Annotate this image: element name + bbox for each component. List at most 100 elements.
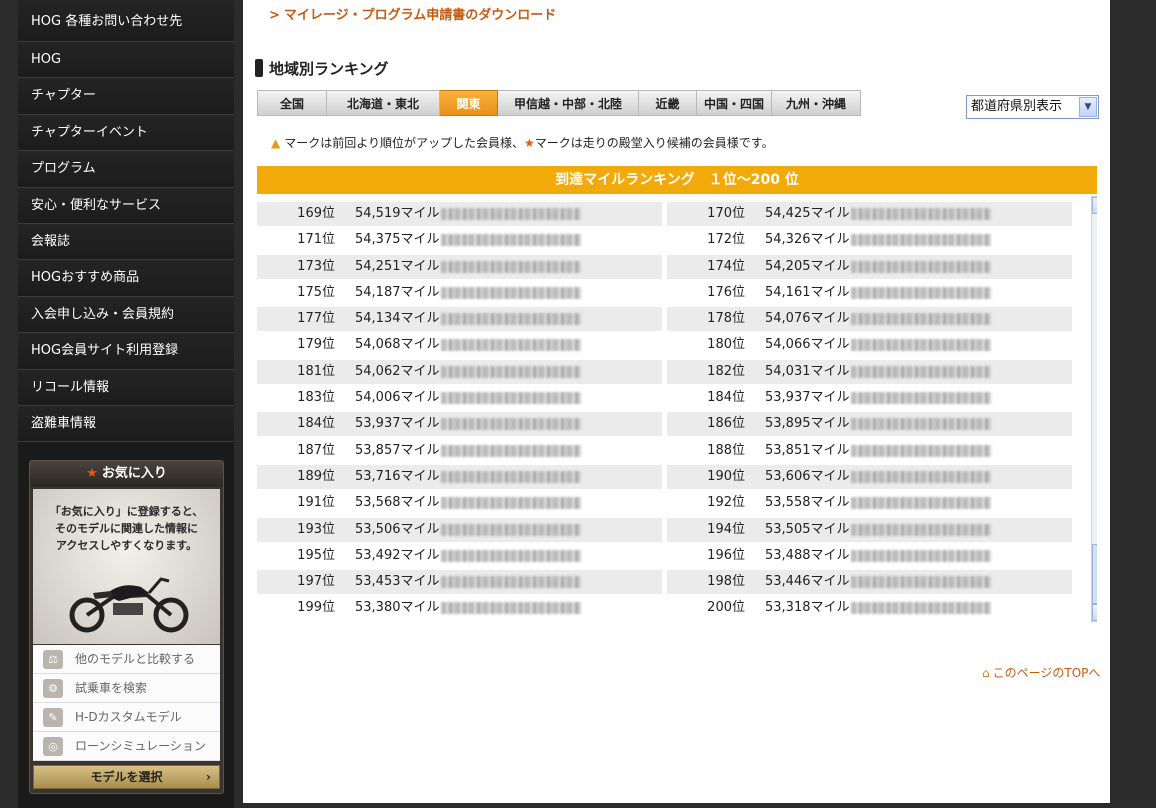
- page-top-link[interactable]: ⌂ このページのTOPへ: [982, 664, 1100, 681]
- motorcycle-icon: [69, 577, 189, 633]
- test-ride-search-link[interactable]: ⚙ 試乗車を検索: [33, 674, 220, 703]
- miles-value: 53,558マイル: [765, 495, 850, 511]
- ranking-cell: 193位 53,506マイル: [257, 517, 662, 542]
- tab-nationwide[interactable]: 全国: [257, 90, 327, 116]
- tab-koshinetsu-chubu-hokuriku[interactable]: 甲信越・中部・北陸: [498, 90, 639, 116]
- table-row: 169位 54,519マイル 170位 54,425マイル: [257, 202, 1079, 228]
- sidebar-item-services[interactable]: 安心・便利なサービス: [18, 187, 234, 224]
- scrollbar[interactable]: ▲ ≡ ▼: [1091, 196, 1097, 622]
- legend-note: ▲ マークは前回より順位がアップした会員様、★マークは走りの殿堂入り候補の会員様で…: [271, 134, 774, 151]
- member-name-blurred: [441, 444, 581, 457]
- member-name-blurred: [441, 260, 581, 273]
- prefecture-select-value: 都道府県別表示: [971, 99, 1063, 114]
- table-row: 179位 54,068マイル 180位 54,066マイル: [257, 333, 1079, 359]
- sidebar-item-magazine[interactable]: 会報誌: [18, 223, 234, 261]
- rank-value: 177位: [297, 311, 335, 327]
- prefecture-select[interactable]: 都道府県別表示 ▼: [966, 95, 1099, 119]
- miles-value: 54,375マイル: [355, 232, 440, 248]
- download-application-link[interactable]: > マイレージ・プログラム申請書のダウンロード: [269, 4, 556, 23]
- table-row: 189位 53,716マイル 190位 53,606マイル: [257, 464, 1079, 491]
- table-row: 187位 53,857マイル 188位 53,851マイル: [257, 438, 1079, 465]
- link-label: ローンシミュレーション: [75, 739, 206, 753]
- ranking-list[interactable]: 169位 54,519マイル 170位 54,425マイル 171位 54,375マイル 1…: [257, 194, 1097, 624]
- tab-kanto[interactable]: 関東: [440, 90, 498, 116]
- member-name-blurred: [441, 234, 581, 247]
- link-label: 他のモデルと比較する: [75, 652, 196, 666]
- miles-value: 54,326マイル: [765, 232, 850, 248]
- member-name-blurred: [851, 339, 991, 352]
- tab-kyushu-okinawa[interactable]: 九州・沖縄: [772, 90, 861, 116]
- ranking-cell: 178位 54,076マイル: [667, 307, 1072, 332]
- miles-value: 54,519マイル: [355, 206, 440, 221]
- promo-line: アクセスしやすくなります。: [55, 539, 198, 552]
- tab-chugoku-shikoku[interactable]: 中国・四国: [697, 90, 772, 116]
- section-title-text: 地域別ランキング: [269, 60, 389, 78]
- table-row: 193位 53,506マイル 194位 53,505マイル: [257, 517, 1079, 544]
- member-name-blurred: [851, 392, 991, 405]
- miles-value: 53,506マイル: [355, 521, 440, 537]
- loan-simulation-link[interactable]: ◎ ローンシミュレーション: [33, 732, 220, 761]
- sidebar-item-program[interactable]: プログラム: [18, 151, 234, 188]
- miles-value: 54,062マイル: [355, 363, 440, 379]
- miles-value: 54,205マイル: [765, 258, 850, 274]
- table-row: 191位 53,568マイル 192位 53,558マイル: [257, 491, 1079, 517]
- scroll-up-button[interactable]: ▲: [1092, 197, 1097, 214]
- link-label: H-Dカスタムモデル: [75, 710, 182, 724]
- ranking-cell: 182位 54,031マイル: [667, 359, 1072, 384]
- ranking-cell: 197位 53,453マイル: [257, 570, 662, 595]
- member-name-blurred: [851, 576, 991, 589]
- miles-value: 53,606マイル: [765, 468, 850, 484]
- sidebar-item-site-registration[interactable]: HOG会員サイト利用登録: [18, 333, 234, 370]
- rank-value: 181位: [297, 363, 335, 379]
- favorites-promo: 「お気に入り」に登録すると、 そのモデルに関連した情報に アクセスしやすくなりま…: [33, 489, 220, 644]
- member-name-blurred: [851, 549, 991, 562]
- member-name-blurred: [851, 497, 991, 510]
- sidebar-item-chapter[interactable]: チャプター: [18, 78, 234, 115]
- table-row: 177位 54,134マイル 178位 54,076マイル: [257, 307, 1079, 333]
- link-label: 試乗車を検索: [75, 681, 148, 695]
- ranking-cell: 173位 54,251マイル: [257, 254, 662, 279]
- tab-kinki[interactable]: 近畿: [639, 90, 697, 116]
- sidebar-item-recommended[interactable]: HOGおすすめ商品: [18, 260, 234, 297]
- sidebar-item-recall[interactable]: リコール情報: [18, 369, 234, 406]
- custom-model-link[interactable]: ✎ H-Dカスタムモデル: [33, 703, 220, 732]
- rank-value: 170位: [707, 206, 745, 221]
- scroll-down-button[interactable]: ▼: [1092, 604, 1097, 621]
- member-name-blurred: [441, 470, 581, 483]
- rank-value: 187位: [297, 442, 335, 458]
- star-icon: ★: [524, 136, 535, 150]
- select-model-button[interactable]: モデルを選択 ›: [33, 765, 220, 789]
- sidebar-item-membership[interactable]: 入会申し込み・会員規約: [18, 296, 234, 334]
- sidebar-item-theft[interactable]: 盗難車情報: [18, 405, 234, 443]
- rank-value: 180位: [707, 337, 745, 353]
- sidebar-item-hog[interactable]: HOG: [18, 42, 234, 79]
- scale-icon: ⚖: [43, 650, 63, 669]
- tab-hokkaido-tohoku[interactable]: 北海道・東北: [327, 90, 440, 116]
- coin-icon: ◎: [43, 737, 63, 756]
- scroll-thumb[interactable]: ≡: [1092, 544, 1097, 604]
- rank-value: 175位: [297, 284, 335, 300]
- miles-value: 54,161マイル: [765, 284, 850, 300]
- member-name-blurred: [851, 602, 991, 615]
- miles-value: 53,716マイル: [355, 468, 440, 484]
- ranking-cell: 188位 53,851マイル: [667, 438, 1072, 463]
- sidebar-item-chapter-event[interactable]: チャプターイベント: [18, 114, 234, 152]
- download-link-label: マイレージ・プログラム申請書のダウンロード: [283, 8, 557, 23]
- ranking-cell: 180位 54,066マイル: [667, 333, 1072, 358]
- compare-models-link[interactable]: ⚖ 他のモデルと比較する: [33, 645, 220, 674]
- sidebar-item-hog-contact[interactable]: HOG 各種お問い合わせ先: [18, 0, 234, 42]
- favorites-title: お気に入り: [101, 466, 167, 481]
- sidebar: HOG 各種お問い合わせ先 HOG チャプター チャプターイベント プログラム …: [18, 0, 234, 808]
- rank-value: 183位: [297, 390, 335, 406]
- table-row: 175位 54,187マイル 176位 54,161マイル: [257, 280, 1079, 307]
- member-name-blurred: [441, 392, 581, 405]
- rank-value: 193位: [297, 521, 335, 537]
- miles-value: 53,937マイル: [355, 416, 440, 432]
- ranking-cell: 184位 53,937マイル: [257, 412, 662, 437]
- miles-value: 54,068マイル: [355, 337, 440, 353]
- ranking-cell: 175位 54,187マイル: [257, 280, 662, 305]
- rank-value: 184位: [707, 390, 745, 406]
- miles-value: 53,453マイル: [355, 574, 440, 590]
- miles-value: 54,066マイル: [765, 337, 850, 353]
- legend-text-2: マークは走りの殿堂入り候補の会員様です。: [534, 136, 774, 150]
